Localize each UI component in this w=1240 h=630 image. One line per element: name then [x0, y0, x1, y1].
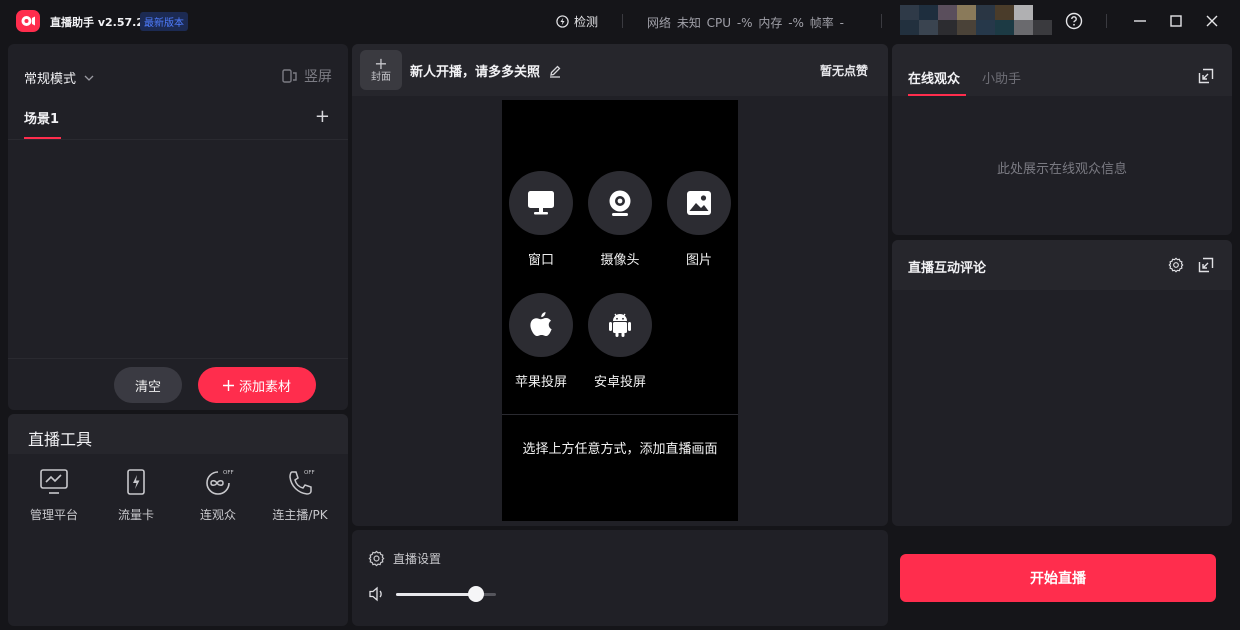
source-label: 安卓投屏 [593, 375, 646, 390]
title-bar: 直播助手 v2.57.2 最新版本 检测 网络 未知 CPU -% 内存 -% … [0, 0, 1240, 42]
svg-text:OFF: OFF [304, 470, 315, 476]
divider [622, 14, 623, 28]
add-material-button[interactable]: 添加素材 [198, 367, 316, 403]
source-circle [509, 293, 573, 357]
source-apple-cast[interactable]: 苹果投屏 [508, 293, 574, 390]
scene-panel: 常规模式 竖屏 场景1 + 清空 添加素材 [8, 44, 348, 410]
tool-link-audience[interactable]: OFF 连观众 [178, 468, 258, 523]
source-camera[interactable]: 摄像头 [587, 171, 653, 268]
live-settings-button[interactable]: 直播设置 [368, 550, 441, 567]
edit-icon[interactable] [548, 64, 562, 78]
comments-panel: 直播互动评论 [892, 240, 1232, 526]
system-stats: 网络 未知 CPU -% 内存 -% 帧率 - [647, 16, 844, 30]
preview-hint: 选择上方任意方式，添加直播画面 [522, 442, 718, 457]
volume-fill [396, 592, 476, 596]
volume-control [368, 585, 496, 602]
tool-label: 连主播/PK [272, 508, 328, 522]
close-icon[interactable] [1202, 11, 1222, 31]
app-title: 直播助手 v2.57.2 [50, 16, 144, 29]
mode-dropdown[interactable]: 常规模式 [24, 68, 94, 87]
divider [502, 414, 738, 415]
popout-icon[interactable] [1198, 257, 1214, 273]
comments-title: 直播互动评论 [908, 261, 987, 276]
divider [8, 139, 348, 140]
monitor-icon [528, 191, 554, 215]
cover-button[interactable]: + 封面 [360, 50, 402, 90]
plus-icon [222, 379, 234, 391]
tool-label: 管理平台 [29, 508, 78, 522]
tools-title: 直播工具 [28, 430, 93, 449]
live-preview-canvas: 窗口 摄像头 图片 苹果投屏 安卓投屏 选择上方任意方式，添加直播画面 [502, 100, 738, 521]
live-tools-panel: 直播工具 管理平台 流量卡 OFF 连观众 OFF 连主播/PK [8, 414, 348, 626]
source-image[interactable]: 图片 [666, 171, 732, 268]
tool-link-streamer-pk[interactable]: OFF 连主播/PK [260, 468, 340, 523]
link-audience-icon: OFF [206, 470, 234, 495]
source-circle [588, 171, 652, 235]
tab-assistant[interactable]: 小助手 [982, 68, 1021, 87]
source-circle [509, 171, 573, 235]
volume-slider[interactable] [396, 585, 496, 602]
tool-label: 连观众 [199, 508, 236, 522]
source-label: 图片 [685, 253, 712, 268]
broadcast-controls: 直播设置 开始直播 [352, 530, 1216, 626]
tab-underline [908, 94, 966, 96]
chevron-down-icon [84, 75, 94, 81]
tool-traffic-card[interactable]: 流量卡 [96, 468, 176, 523]
source-label: 窗口 [527, 253, 554, 268]
source-android-cast[interactable]: 安卓投屏 [587, 293, 653, 390]
tab-scene-1[interactable]: 场景1 [24, 108, 59, 127]
blurred-avatar [900, 5, 1052, 35]
detect-label: 检测 [574, 15, 599, 29]
plus-icon: + [374, 54, 388, 73]
image-icon [687, 191, 711, 215]
preview-panel: + 封面 新人开播，请多多关照 暂无点赞 窗口 摄像头 图片 苹果投屏 安卓投屏… [352, 44, 888, 526]
camera-icon [609, 190, 631, 216]
divider [881, 14, 882, 28]
minimize-icon[interactable] [1130, 11, 1150, 31]
portrait-toggle[interactable]: 竖屏 [282, 66, 332, 86]
bolt-circle-icon [556, 15, 569, 28]
divider [8, 358, 348, 359]
tool-label: 流量卡 [117, 508, 154, 522]
help-icon[interactable] [1064, 11, 1084, 31]
source-circle [588, 293, 652, 357]
live-settings-label: 直播设置 [393, 552, 442, 566]
phone-pk-icon: OFF [289, 470, 315, 495]
gear-icon [368, 550, 385, 567]
source-label: 苹果投屏 [514, 375, 567, 390]
portrait-label: 竖屏 [304, 69, 332, 85]
gear-icon[interactable] [1168, 257, 1184, 273]
monitor-chart-icon [40, 469, 68, 494]
start-live-button[interactable]: 开始直播 [900, 554, 1216, 602]
likes-count: 暂无点赞 [819, 64, 868, 78]
add-material-label: 添加素材 [238, 379, 291, 395]
app-logo-icon [16, 10, 40, 32]
detect-button[interactable]: 检测 [556, 13, 598, 30]
audience-panel: 在线观众 小助手 此处展示在线观众信息 [892, 44, 1232, 235]
volume-knob[interactable] [468, 585, 484, 602]
clear-button[interactable]: 清空 [114, 367, 182, 403]
source-circle [667, 171, 731, 235]
source-label: 摄像头 [600, 253, 640, 268]
mode-label: 常规模式 [24, 72, 77, 87]
cover-label: 封面 [371, 72, 391, 83]
version-badge[interactable]: 最新版本 [140, 12, 188, 31]
live-title-text: 新人开播，请多多关照 [410, 65, 541, 80]
divider [1106, 14, 1107, 28]
svg-text:OFF: OFF [223, 470, 234, 476]
source-window[interactable]: 窗口 [508, 171, 574, 268]
audience-empty-hint: 此处展示在线观众信息 [996, 162, 1127, 177]
tool-management-platform[interactable]: 管理平台 [14, 468, 94, 523]
popout-icon[interactable] [1198, 68, 1214, 84]
apple-icon [530, 312, 552, 337]
lightning-card-icon [127, 469, 145, 495]
tab-online-audience[interactable]: 在线观众 [908, 68, 960, 87]
portrait-screen-icon [282, 69, 297, 83]
add-scene-icon[interactable]: + [315, 108, 330, 126]
live-title[interactable]: 新人开播，请多多关照 [410, 61, 562, 80]
android-icon [609, 313, 631, 337]
maximize-icon[interactable] [1166, 11, 1186, 31]
speaker-icon[interactable] [368, 586, 386, 602]
